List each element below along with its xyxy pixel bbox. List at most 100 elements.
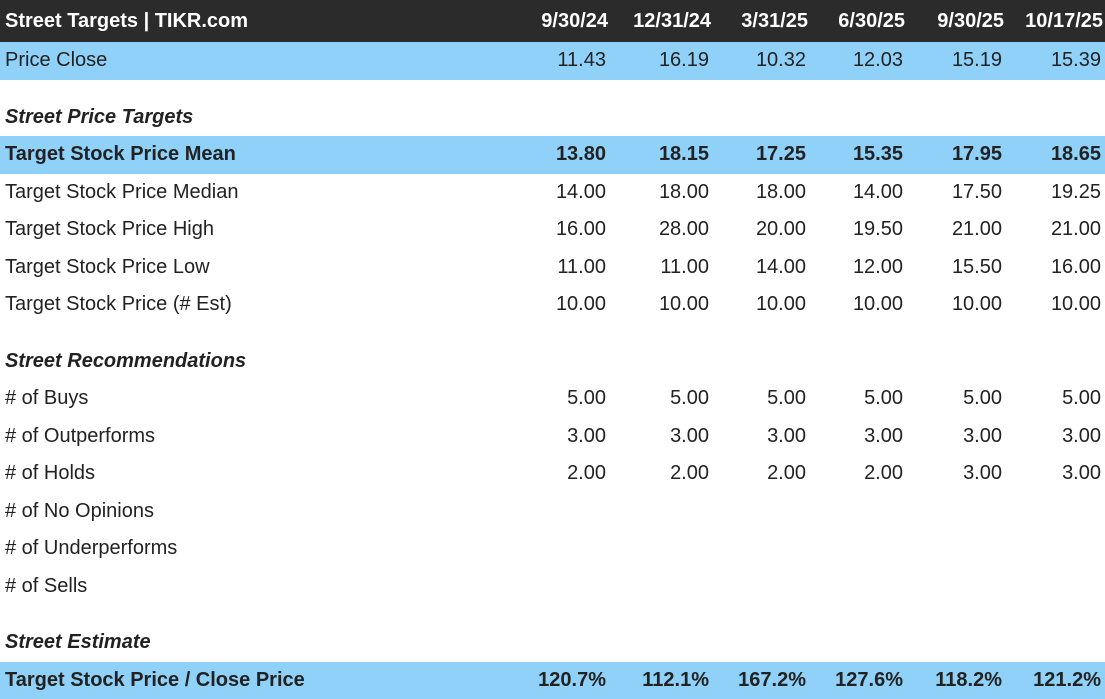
cell-value: 3.00	[963, 462, 1002, 485]
section-header-street-estimate: Street Estimate	[0, 624, 1105, 662]
table-row-outperforms: # of Outperforms 3.00 3.00 3.00 3.00 3.0…	[0, 418, 1105, 456]
cell-value	[713, 493, 810, 531]
table-row-holds: # of Holds 2.00 2.00 2.00 2.00 3.00 3.00	[0, 455, 1105, 493]
cell-value: 127.6%	[835, 668, 903, 691]
cell-value: 5.00	[864, 387, 903, 410]
cell-value: 10.32	[755, 49, 806, 72]
section-title: Street Estimate	[5, 631, 151, 654]
row-label: # of Holds	[5, 462, 96, 485]
cell-value: 18.00	[755, 180, 806, 203]
row-label: # of No Opinions	[5, 499, 154, 522]
cell-value: 10.00	[1050, 293, 1101, 316]
section-title: Street Price Targets	[5, 105, 194, 128]
cell-value: 18.65	[1050, 143, 1101, 166]
table-row-target-median: Target Stock Price Median 14.00 18.00 18…	[0, 174, 1105, 212]
row-label: Target Stock Price High	[5, 218, 214, 241]
cell-value: 11.43	[557, 49, 606, 72]
cell-value: 12.03	[852, 49, 903, 72]
cell-value	[810, 530, 907, 568]
cell-value: 14.00	[852, 180, 903, 203]
table-title: Street Targets | TIKR.com	[5, 9, 249, 32]
cell-value: 2.00	[567, 462, 606, 485]
row-label: # of Sells	[5, 574, 88, 597]
table-row-target-close-ratio: Target Stock Price / Close Price 120.7% …	[0, 661, 1105, 699]
row-label: # of Underperforms	[5, 537, 178, 560]
cell-value	[1006, 530, 1105, 568]
cell-value: 118.2%	[935, 668, 1002, 691]
price-close-row: Price Close 11.43 16.19 10.32 12.03 15.1…	[0, 42, 1105, 80]
cell-value: 112.1%	[642, 668, 709, 691]
cell-value: 12.00	[852, 255, 903, 278]
cell-value	[610, 530, 713, 568]
cell-value: 3.00	[567, 424, 606, 447]
cell-value: 19.25	[1050, 180, 1101, 203]
cell-value	[610, 493, 713, 531]
cell-value: 28.00	[658, 218, 709, 241]
cell-value: 17.25	[755, 143, 806, 166]
cell-value: 167.2%	[738, 668, 806, 691]
cell-value: 2.00	[670, 462, 709, 485]
cell-value: 2.00	[767, 462, 806, 485]
cell-value: 3.00	[963, 424, 1002, 447]
date-column-header: 9/30/25	[937, 9, 1004, 32]
table-header-row: Street Targets | TIKR.com 9/30/24 12/31/…	[0, 0, 1105, 42]
spacer-row	[0, 80, 1105, 99]
cell-value	[810, 493, 907, 531]
cell-value	[1006, 493, 1105, 531]
date-column-header: 6/30/25	[838, 9, 905, 32]
table-row-target-low: Target Stock Price Low 11.00 11.00 14.00…	[0, 249, 1105, 287]
cell-value	[713, 568, 810, 606]
cell-value: 16.00	[1050, 255, 1101, 278]
date-column-header: 10/17/25	[1025, 9, 1103, 32]
cell-value	[510, 568, 610, 606]
date-column-header: 3/31/25	[741, 9, 808, 32]
cell-value: 3.00	[767, 424, 806, 447]
cell-value: 15.19	[951, 49, 1002, 72]
cell-value: 21.00	[1050, 218, 1101, 241]
cell-value	[907, 493, 1006, 531]
row-label: Target Stock Price Mean	[5, 143, 236, 166]
cell-value: 5.00	[1062, 387, 1101, 410]
cell-value	[907, 568, 1006, 606]
cell-value: 5.00	[670, 387, 709, 410]
section-header-street-price-targets: Street Price Targets	[0, 99, 1105, 137]
cell-value: 14.00	[555, 180, 606, 203]
cell-value: 121.2%	[1033, 668, 1101, 691]
cell-value: 16.00	[555, 218, 606, 241]
cell-value: 10.00	[755, 293, 806, 316]
cell-value: 18.15	[658, 143, 709, 166]
cell-value: 17.50	[951, 180, 1002, 203]
cell-value: 21.00	[951, 218, 1002, 241]
row-label: Price Close	[5, 49, 108, 72]
cell-value	[510, 493, 610, 531]
cell-value: 16.19	[658, 49, 709, 72]
cell-value: 3.00	[1062, 424, 1101, 447]
cell-value: 120.7%	[538, 668, 606, 691]
table-row-no-opinions: # of No Opinions	[0, 493, 1105, 531]
cell-value	[907, 530, 1006, 568]
table-row-target-mean: Target Stock Price Mean 13.80 18.15 17.2…	[0, 136, 1105, 174]
row-label: Target Stock Price / Close Price	[5, 668, 305, 691]
cell-value: 15.50	[951, 255, 1002, 278]
table-row-sells: # of Sells	[0, 568, 1105, 606]
cell-value	[510, 530, 610, 568]
cell-value: 5.00	[963, 387, 1002, 410]
row-label: Target Stock Price (# Est)	[5, 293, 232, 316]
section-title: Street Recommendations	[5, 349, 247, 372]
cell-value: 13.80	[555, 143, 606, 166]
row-label: Target Stock Price Low	[5, 255, 210, 278]
cell-value: 15.39	[1050, 49, 1101, 72]
cell-value: 11.00	[660, 255, 709, 278]
table-row-underperforms: # of Underperforms	[0, 530, 1105, 568]
cell-value: 20.00	[755, 218, 806, 241]
date-column-header: 12/31/24	[633, 9, 711, 32]
cell-value: 2.00	[864, 462, 903, 485]
table-row-target-est-count: Target Stock Price (# Est) 10.00 10.00 1…	[0, 286, 1105, 324]
cell-value	[610, 568, 713, 606]
cell-value: 5.00	[767, 387, 806, 410]
cell-value: 10.00	[852, 293, 903, 316]
cell-value: 3.00	[1062, 462, 1101, 485]
cell-value: 11.00	[557, 255, 606, 278]
row-label: Target Stock Price Median	[5, 180, 239, 203]
section-header-street-recommendations: Street Recommendations	[0, 343, 1105, 381]
